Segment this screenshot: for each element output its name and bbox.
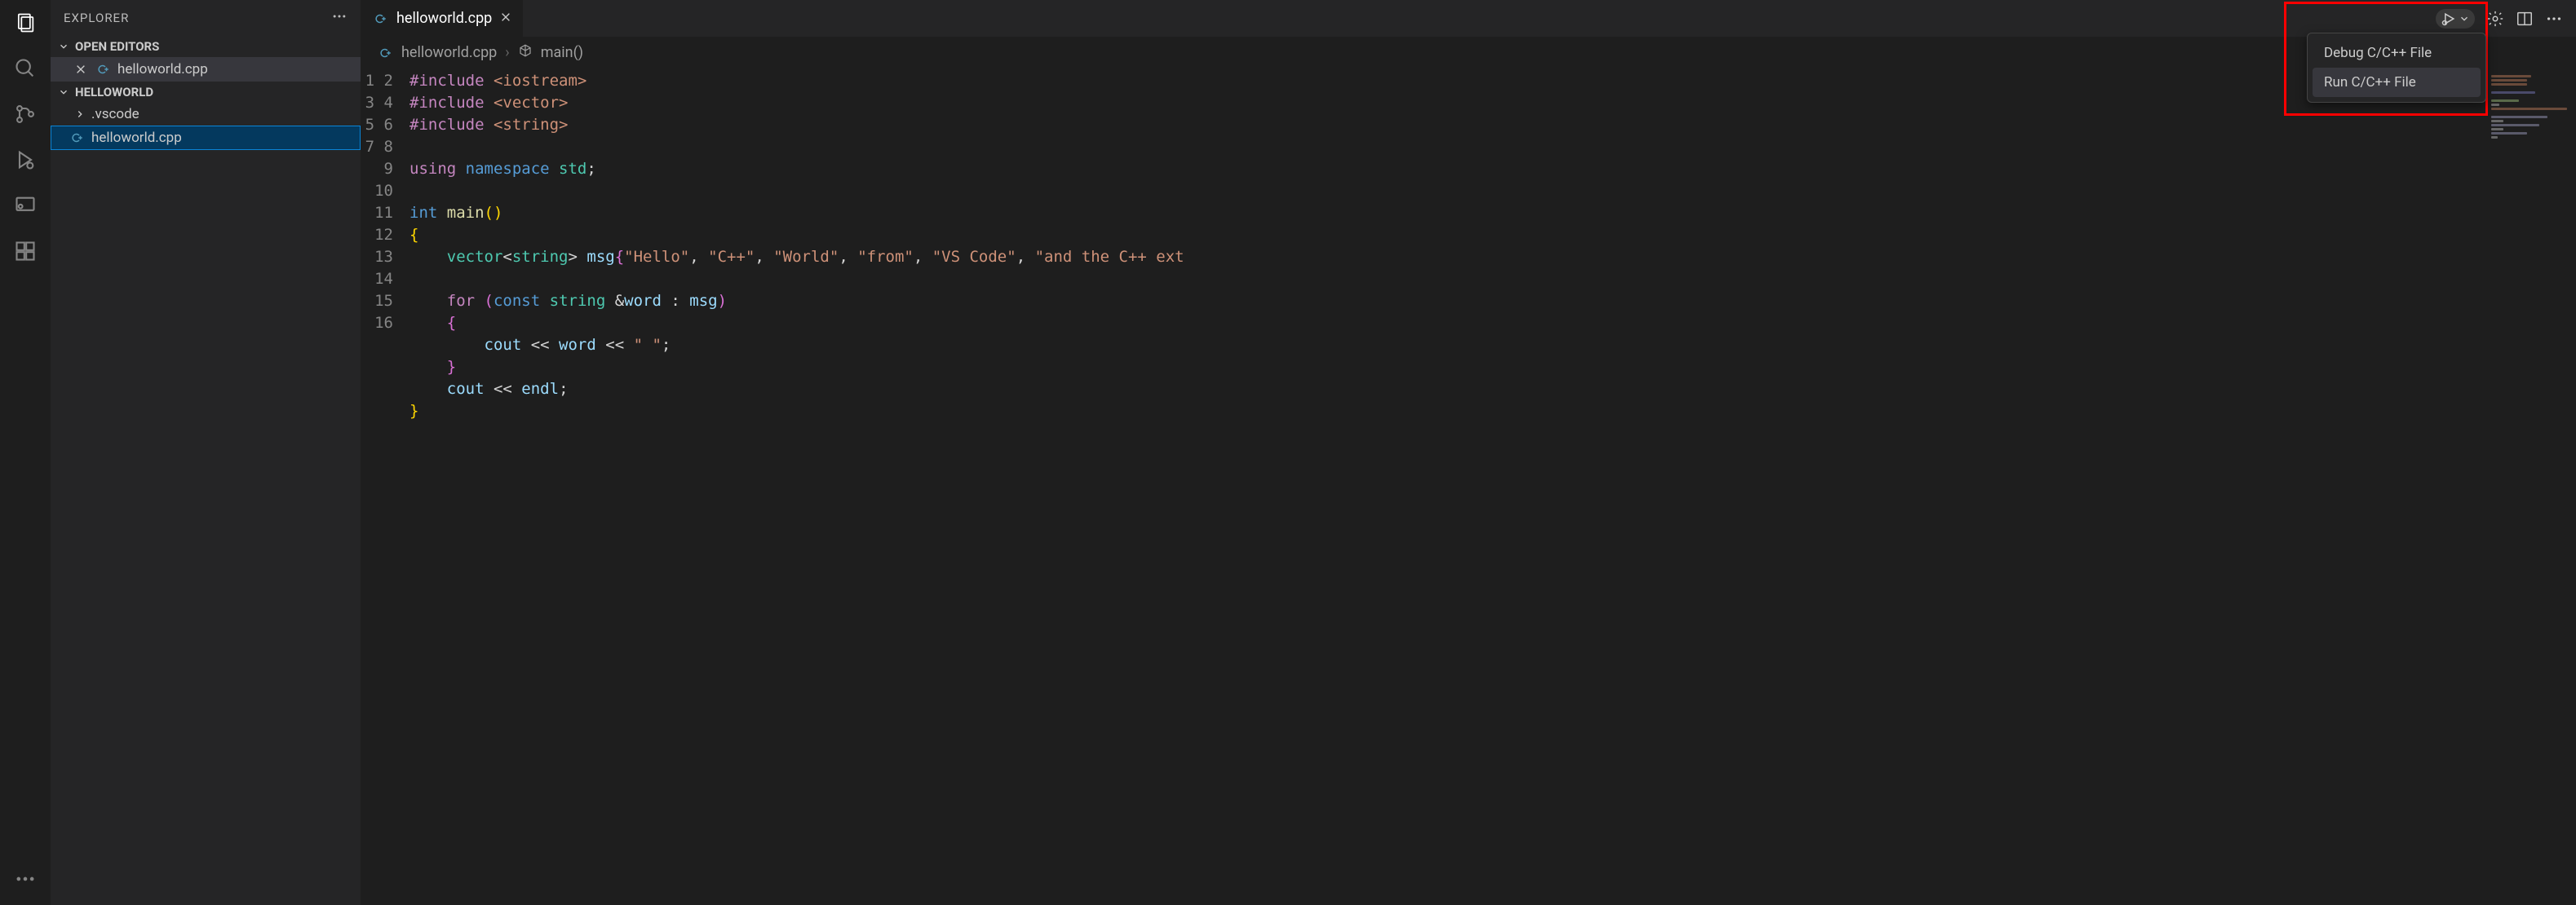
breadcrumb-symbol: main() (541, 44, 583, 61)
breadcrumb-separator: › (505, 44, 509, 61)
debug-play-icon (2441, 11, 2457, 27)
code-content[interactable]: #include <iostream> #include <vector> #i… (409, 68, 2486, 905)
editor-area: helloworld.cpp (361, 0, 2576, 905)
explorer-header: EXPLORER (51, 0, 361, 36)
breadcrumb-file: helloworld.cpp (401, 44, 497, 61)
workspace-section[interactable]: HELLOWORLD (51, 82, 361, 103)
more-icon[interactable] (12, 866, 38, 892)
remote-explorer-icon[interactable] (12, 192, 38, 219)
extensions-icon[interactable] (12, 238, 38, 264)
open-editors-section[interactable]: OPEN EDITORS (51, 36, 361, 57)
chevron-right-icon (73, 108, 86, 121)
open-editor-item[interactable]: helloworld.cpp (51, 57, 361, 82)
minimap[interactable] (2486, 68, 2576, 905)
more-actions-icon[interactable] (2545, 10, 2563, 28)
chevron-down-icon (57, 40, 70, 53)
cpp-file-icon (377, 45, 393, 61)
settings-gear-icon[interactable] (2486, 10, 2504, 28)
explorer-sidebar: EXPLORER OPEN EDITORS helloworld.cpp (51, 0, 361, 905)
split-editor-icon[interactable] (2516, 10, 2534, 28)
explorer-more-icon[interactable] (331, 8, 347, 28)
run-menu: Debug C/C++ File Run C/C++ File (2307, 33, 2486, 103)
cube-icon (518, 43, 533, 62)
source-control-icon[interactable] (12, 101, 38, 127)
explorer-icon[interactable] (12, 10, 38, 36)
workspace-label: HELLOWORLD (75, 85, 153, 99)
code-editor[interactable]: 1 2 3 4 5 6 7 8 9 10 11 12 13 14 15 16 #… (361, 68, 2576, 905)
cpp-file-icon (372, 11, 388, 27)
run-debug-icon[interactable] (12, 147, 38, 173)
folder-item[interactable]: .vscode (51, 103, 361, 126)
breadcrumb[interactable]: helloworld.cpp › main() (361, 37, 2576, 68)
run-debug-dropdown[interactable] (2436, 9, 2475, 29)
file-item[interactable]: helloworld.cpp (51, 126, 361, 150)
tab-bar: helloworld.cpp (361, 0, 2576, 37)
line-numbers: 1 2 3 4 5 6 7 8 9 10 11 12 13 14 15 16 (361, 68, 409, 905)
explorer-title: EXPLORER (64, 11, 129, 25)
cpp-file-icon (69, 130, 85, 146)
open-editor-filename: helloworld.cpp (117, 61, 208, 77)
file-name: helloworld.cpp (91, 130, 182, 146)
editor-actions (2436, 0, 2576, 37)
close-icon[interactable] (500, 10, 511, 27)
activity-bar (0, 0, 51, 905)
open-editors-label: OPEN EDITORS (75, 39, 159, 54)
search-icon[interactable] (12, 55, 38, 82)
close-icon[interactable] (73, 62, 88, 77)
run-file-item[interactable]: Run C/C++ File (2313, 68, 2481, 97)
cpp-file-icon (95, 61, 111, 77)
folder-name: .vscode (91, 106, 139, 122)
editor-tab[interactable]: helloworld.cpp (361, 0, 524, 37)
chevron-down-icon (2459, 13, 2470, 24)
debug-file-item[interactable]: Debug C/C++ File (2313, 38, 2481, 68)
chevron-down-icon (57, 86, 70, 99)
tab-filename: helloworld.cpp (396, 10, 492, 27)
